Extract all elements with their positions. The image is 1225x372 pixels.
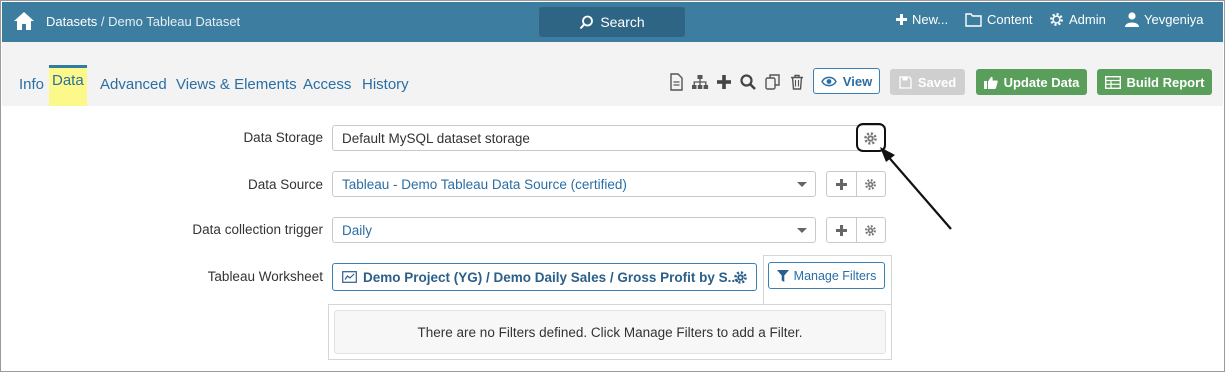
tab-toolbar-row: Info Data Advanced Views & Elements Acce…: [2, 42, 1223, 106]
top-navigation-bar: Datasets / Demo Tableau Dataset Search N…: [2, 2, 1223, 42]
data-collection-trigger-value: Daily: [342, 222, 373, 238]
table-icon: [1104, 75, 1121, 89]
thumbs-up-icon: [983, 76, 998, 89]
chart-icon: [342, 271, 357, 283]
tab-history[interactable]: History: [362, 76, 409, 93]
breadcrumb: Datasets / Demo Tableau Dataset: [46, 14, 240, 29]
admin-label: Admin: [1069, 12, 1106, 27]
plus-icon: [835, 178, 847, 190]
filters-container: There are no Filters defined. Click Mana…: [328, 304, 892, 360]
search-icon: [580, 15, 594, 29]
update-data-label: Update Data: [1003, 74, 1080, 90]
data-storage-label: Data Storage: [243, 130, 323, 145]
folder-icon: [965, 12, 982, 27]
manage-filters-label: Manage Filters: [793, 268, 877, 283]
user-label: Yevgeniya: [1144, 12, 1204, 27]
save-icon: [899, 75, 912, 89]
data-storage-field[interactable]: Default MySQL dataset storage: [332, 125, 886, 151]
tab-access[interactable]: Access: [303, 76, 351, 93]
plus-icon: [896, 14, 907, 25]
tableau-worksheet-value: Demo Project (YG) / Demo Daily Sales / G…: [363, 269, 739, 285]
tab-views-elements[interactable]: Views & Elements: [176, 76, 297, 93]
tab-info[interactable]: Info: [19, 76, 44, 93]
plus-icon[interactable]: [715, 73, 733, 91]
data-source-label: Data Source: [247, 177, 323, 192]
saved-label: Saved: [917, 74, 957, 90]
build-report-label: Build Report: [1126, 74, 1205, 90]
document-icon[interactable]: [667, 73, 685, 91]
search-icon[interactable]: [739, 73, 757, 91]
content-label: Content: [987, 12, 1033, 27]
tableau-worksheet-label: Tableau Worksheet: [207, 269, 323, 284]
gear-icon[interactable]: [733, 270, 748, 285]
tab-advanced[interactable]: Advanced: [100, 76, 167, 93]
tab-data[interactable]: Data: [49, 65, 87, 106]
data-collection-trigger-label: Data collection trigger: [192, 222, 323, 237]
home-icon[interactable]: [13, 11, 35, 31]
no-filters-message: There are no Filters defined. Click Mana…: [334, 310, 886, 354]
chevron-down-icon: [797, 228, 807, 233]
data-storage-value: Default MySQL dataset storage: [342, 130, 530, 146]
add-data-source-button[interactable]: [827, 172, 856, 196]
filter-icon: [776, 269, 789, 282]
user-menu[interactable]: Yevgeniya: [1125, 12, 1204, 27]
add-trigger-button[interactable]: [827, 218, 856, 242]
annotation-arrow-icon: [880, 147, 952, 230]
breadcrumb-datasets-link[interactable]: Datasets: [46, 14, 97, 29]
build-report-button[interactable]: Build Report: [1097, 69, 1212, 95]
eye-icon: [820, 76, 837, 86]
copy-icon[interactable]: [764, 73, 782, 91]
view-label: View: [842, 73, 873, 89]
tableau-worksheet-field[interactable]: Demo Project (YG) / Demo Daily Sales / G…: [332, 263, 757, 291]
manage-filters-button[interactable]: Manage Filters: [768, 262, 885, 289]
search-label: Search: [600, 14, 645, 30]
breadcrumb-current: Demo Tableau Dataset: [108, 14, 241, 29]
data-source-select[interactable]: Tableau - Demo Tableau Data Source (cert…: [332, 171, 816, 197]
admin-menu[interactable]: Admin: [1049, 12, 1106, 27]
chevron-down-icon: [797, 182, 807, 187]
data-collection-trigger-select[interactable]: Daily: [332, 217, 816, 243]
update-data-button[interactable]: Update Data: [976, 69, 1087, 95]
page-frame: Datasets / Demo Tableau Dataset Search N…: [0, 0, 1225, 372]
new-label: New...: [912, 12, 949, 27]
saved-button: Saved: [890, 69, 965, 95]
data-source-value: Tableau - Demo Tableau Data Source (cert…: [342, 176, 627, 192]
trash-icon[interactable]: [788, 73, 806, 91]
search-button[interactable]: Search: [539, 7, 685, 37]
plus-icon: [835, 224, 847, 236]
hierarchy-icon[interactable]: [691, 73, 709, 91]
no-filters-text: There are no Filters defined. Click Mana…: [417, 324, 803, 340]
view-button[interactable]: View: [813, 68, 880, 94]
breadcrumb-separator: /: [97, 14, 109, 29]
user-icon: [1125, 12, 1139, 27]
gear-icon: [1050, 13, 1063, 26]
new-menu[interactable]: New...: [896, 12, 948, 27]
content-menu[interactable]: Content: [965, 12, 1033, 27]
